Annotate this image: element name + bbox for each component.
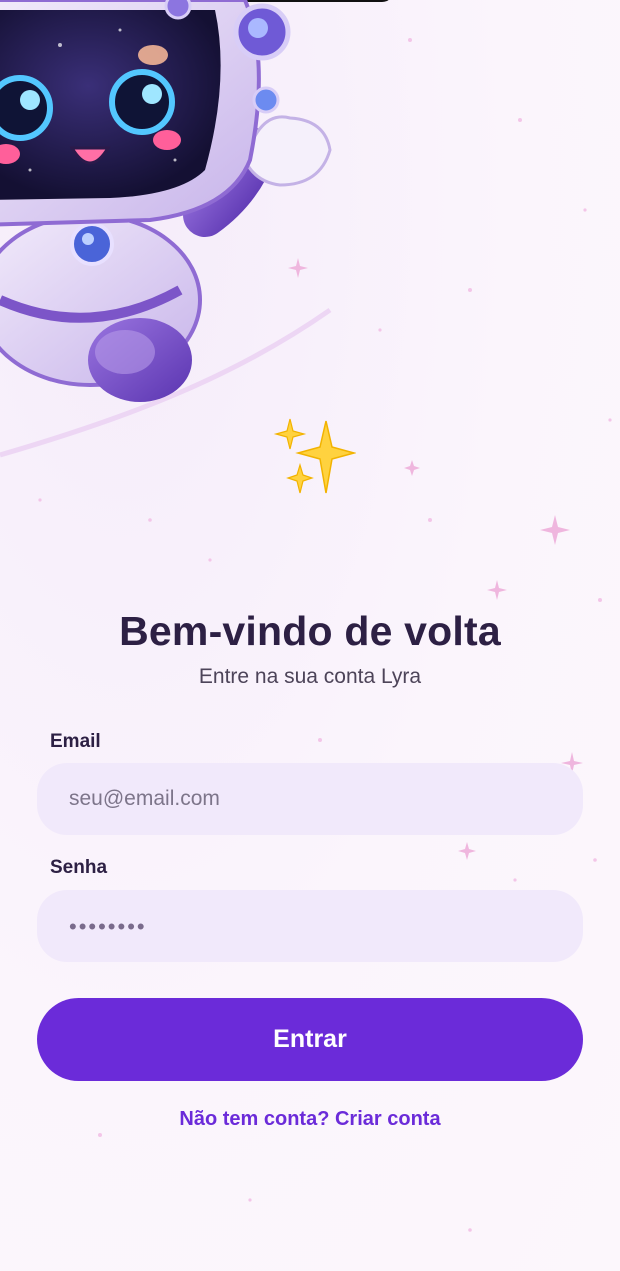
page-title: Bem-vindo de volta — [119, 608, 501, 654]
signup-link[interactable]: Não tem conta? Criar conta — [0, 1108, 620, 1131]
email-input[interactable] — [37, 763, 583, 835]
astronaut-illustration — [0, 0, 332, 458]
sparkles-icon — [273, 418, 356, 494]
password-input[interactable] — [37, 890, 583, 962]
page-subtitle: Entre na sua conta Lyra — [198, 665, 422, 688]
login-screen: Bem-vindo de volta Entre na sua conta Ly… — [0, 0, 620, 1271]
submit-button[interactable]: Entrar — [37, 998, 583, 1081]
email-label: Email — [50, 731, 101, 752]
password-label: Senha — [50, 857, 108, 878]
